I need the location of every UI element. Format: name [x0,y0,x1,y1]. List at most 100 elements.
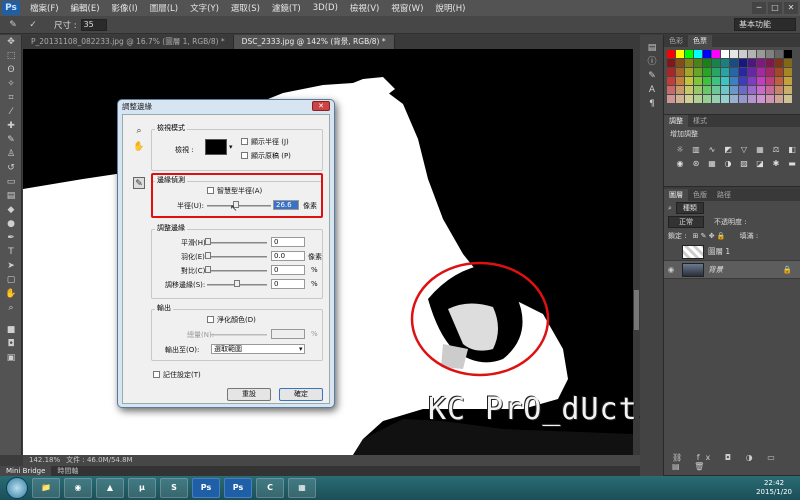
tab-color[interactable]: 色彩 [664,35,688,47]
swatch[interactable] [667,77,675,85]
refine-radius-tool-icon[interactable]: ✎ [133,177,145,189]
swatch[interactable] [667,86,675,94]
tab-adjustments[interactable]: 調整 [664,115,688,127]
menu-help[interactable]: 說明(H) [429,2,471,14]
swatch[interactable] [703,95,711,103]
swatch-grid[interactable] [664,47,800,106]
gradient-map-icon[interactable]: ▬ [786,159,798,169]
swatch[interactable] [685,59,693,67]
layer-row-1[interactable]: 圖層 1 [664,243,800,261]
swatch[interactable] [766,68,774,76]
healing-tool-icon[interactable]: ✚ [0,119,22,133]
feather-slider-thumb[interactable] [205,252,211,259]
menu-edit[interactable]: 編輯(E) [65,2,106,14]
menu-view[interactable]: 檢視(V) [344,2,385,14]
tab-mini-bridge[interactable]: Mini Bridge [0,466,52,476]
utorrent-icon[interactable]: µ [128,478,156,498]
brush-mode-icon[interactable]: ✓ [26,19,40,31]
start-button[interactable] [6,477,28,499]
clock[interactable]: 22:42 2015/1/20 [756,479,792,497]
cyberlink-icon[interactable]: C [256,478,284,498]
brightness-icon[interactable]: ☼ [674,145,686,155]
swatch[interactable] [739,77,747,85]
reset-button[interactable]: 重設 [227,388,271,401]
brush-icon[interactable]: ✎ [6,19,20,31]
swatch[interactable] [784,59,792,67]
curves-icon[interactable]: ∿ [706,145,718,155]
marquee-tool-icon[interactable]: ⬚ [0,49,22,63]
lasso-tool-icon[interactable]: ʘ [0,63,22,77]
swatch[interactable] [721,95,729,103]
tab-layers[interactable]: 圖層 [664,189,688,201]
zoom-level[interactable]: 142.18% [29,455,60,466]
crop-tool-icon[interactable]: ⌗ [0,91,22,105]
maximize-button[interactable]: □ [768,2,782,14]
type-tool-icon[interactable]: T [0,245,22,259]
swatch[interactable] [694,95,702,103]
swatch[interactable] [712,95,720,103]
properties-icon[interactable]: ⓘ [640,55,664,69]
swatch[interactable] [721,86,729,94]
swatch[interactable] [730,68,738,76]
swatch[interactable] [730,86,738,94]
feather-slider-track[interactable] [207,256,267,258]
window-app-icon[interactable]: ▦ [288,478,316,498]
swatch[interactable] [667,68,675,76]
color-swatch-icon[interactable]: ■ [0,323,22,337]
doc-tab-2[interactable]: DSC_2333.jpg @ 142% (背景, RGB/8) * [233,35,395,49]
amount-slider-track[interactable] [211,334,267,336]
lock-icons[interactable]: ⊞ ✎ ✥ 🔒 [693,232,726,240]
vlc-icon[interactable]: ▲ [96,478,124,498]
quick-select-tool-icon[interactable]: ✧ [0,77,22,91]
swatch[interactable] [721,68,729,76]
hand-icon[interactable]: ✋ [133,141,145,153]
swatch[interactable] [757,86,765,94]
swatch[interactable] [712,86,720,94]
swatch[interactable] [757,68,765,76]
swatch[interactable] [784,95,792,103]
swatch[interactable] [667,59,675,67]
swatch[interactable] [676,95,684,103]
swatch[interactable] [703,59,711,67]
remember-checkbox[interactable] [153,371,160,378]
swatch[interactable] [667,50,675,58]
zoom-tool-icon[interactable]: ⌕ [0,301,22,315]
swatch[interactable] [685,77,693,85]
swatch[interactable] [721,50,729,58]
levels-icon[interactable]: ▥ [690,145,702,155]
path-select-tool-icon[interactable]: ➤ [0,259,22,273]
tab-paths[interactable]: 路徑 [712,189,736,201]
swatch[interactable] [739,68,747,76]
swatch[interactable] [766,86,774,94]
swatch[interactable] [703,86,711,94]
shape-tool-icon[interactable]: ▢ [0,273,22,287]
workspace-select[interactable]: 基本功能 [734,18,796,31]
bw-icon[interactable]: ◧ [786,145,798,155]
lookup-icon[interactable]: ▦ [706,159,718,169]
swatch[interactable] [712,50,720,58]
swatch[interactable] [748,50,756,58]
hand-tool-icon[interactable]: ✋ [0,287,22,301]
swatch[interactable] [703,77,711,85]
menu-type[interactable]: 文字(Y) [184,2,225,14]
swatch[interactable] [784,68,792,76]
move-tool-icon[interactable]: ✥ [0,35,22,49]
swatch[interactable] [694,86,702,94]
swatch[interactable] [739,59,747,67]
hue-icon[interactable]: ▦ [754,145,766,155]
selective-color-icon[interactable]: ✱ [770,159,782,169]
eraser-tool-icon[interactable]: ▭ [0,175,22,189]
history-icon[interactable]: ▤ [640,41,664,55]
swatch[interactable] [766,95,774,103]
color-balance-icon[interactable]: ⚖ [770,145,782,155]
smooth-slider-track[interactable] [207,242,267,244]
doc-tab-1[interactable]: P_20131108_082233.jpg @ 16.7% (圖層 1, RGB… [23,35,234,49]
menu-select[interactable]: 選取(S) [225,2,266,14]
swatch[interactable] [730,77,738,85]
swatch[interactable] [685,50,693,58]
swatch[interactable] [712,77,720,85]
swatch[interactable] [676,86,684,94]
minimize-button[interactable]: ─ [752,2,766,14]
vibrance-icon[interactable]: ▽ [738,145,750,155]
swatch[interactable] [775,68,783,76]
